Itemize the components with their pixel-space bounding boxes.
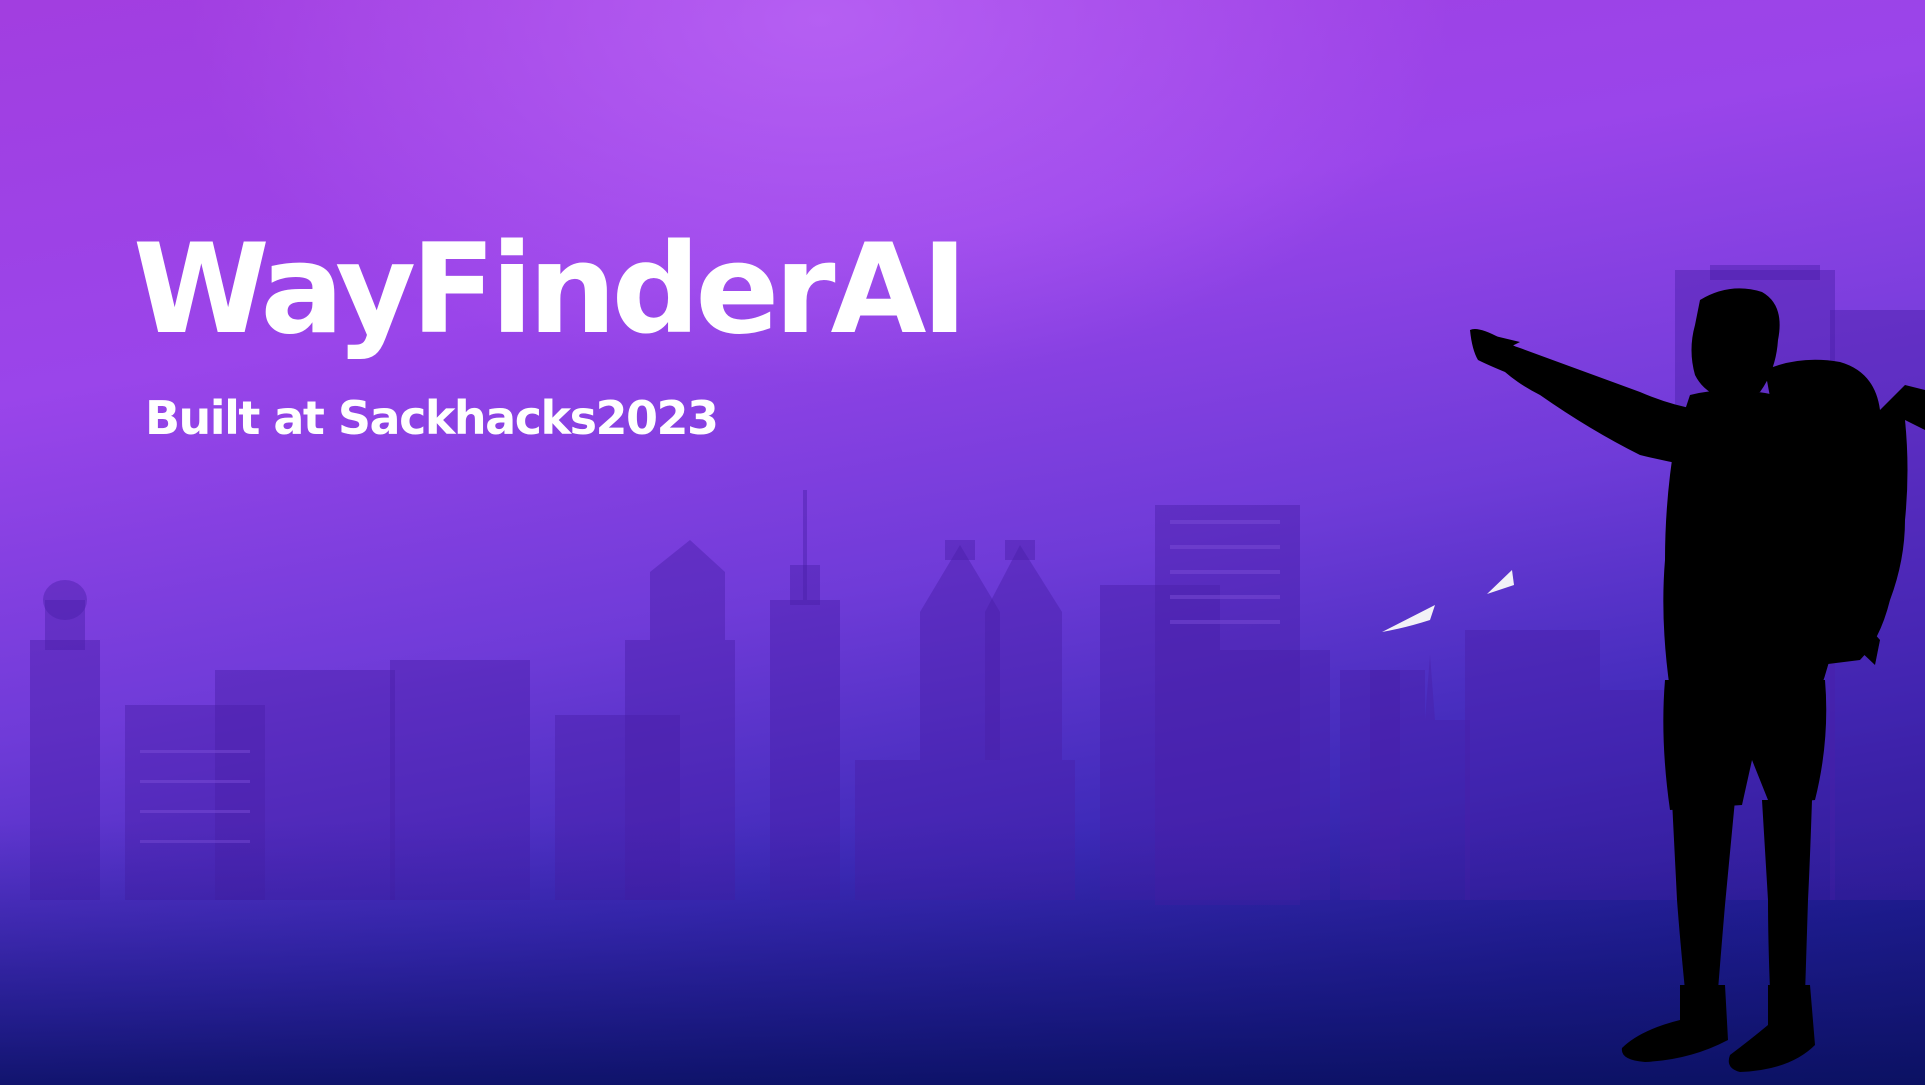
paper-planes-icon <box>1382 570 1514 632</box>
hiker-pointing-silhouette <box>1382 288 1925 1072</box>
hero-banner: WayFinderAI Built at Sackhacks2023 <box>0 0 1925 1085</box>
